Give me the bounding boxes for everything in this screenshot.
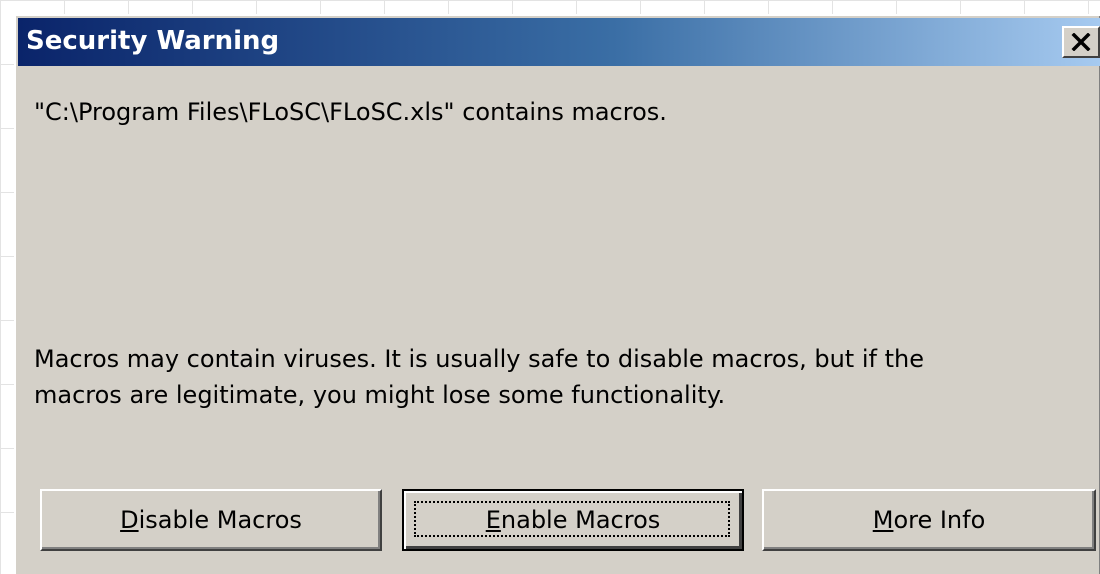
more-info-button[interactable]: More Info [762, 489, 1096, 551]
enable-macros-label: Enable Macros [486, 506, 661, 534]
enable-macros-button[interactable]: Enable Macros [402, 489, 744, 551]
enable-accel-key: E [485, 506, 501, 534]
enable-label-rest: nable Macros [500, 506, 661, 534]
disable-accel-key: D [120, 506, 139, 534]
more-accel-key: M [872, 506, 894, 534]
title-bar[interactable]: Security Warning [18, 18, 1100, 66]
warning-line-2: macros are legitimate, you might lose so… [34, 381, 726, 409]
disable-label-rest: isable Macros [138, 506, 302, 534]
close-button[interactable] [1062, 26, 1100, 58]
macro-file-message: "C:\Program Files\FLoSC\FLoSC.xls" conta… [34, 98, 667, 126]
more-label-rest: ore Info [893, 506, 986, 534]
macro-warning-text: Macros may contain viruses. It is usuall… [34, 341, 924, 413]
close-icon [1071, 33, 1091, 51]
disable-macros-label: Disable Macros [120, 506, 302, 534]
warning-line-1: Macros may contain viruses. It is usuall… [34, 345, 924, 373]
security-warning-dialog: Security Warning "C:\Program Files\FLoSC… [14, 14, 1100, 574]
dialog-title: Security Warning [26, 26, 280, 56]
more-info-label: More Info [873, 506, 986, 534]
disable-macros-button[interactable]: Disable Macros [40, 489, 382, 551]
